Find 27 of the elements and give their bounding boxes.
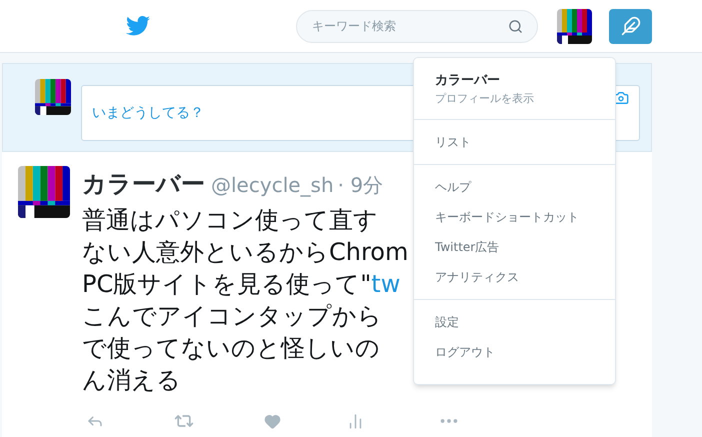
avatar-icon xyxy=(557,8,592,44)
heart-icon[interactable] xyxy=(264,412,281,430)
quill-icon xyxy=(620,16,640,36)
bird-icon[interactable] xyxy=(126,16,150,36)
view-profile-link[interactable]: プロフィールを表示 xyxy=(435,90,594,107)
user-name[interactable]: カラーバー xyxy=(82,166,205,202)
avatar-icon xyxy=(35,79,71,115)
tweet-text: PC版サイトを見る使って" xyxy=(82,269,372,300)
tweet-text: ない人意外といるからChrom xyxy=(82,237,408,268)
search-field[interactable]: キーワード検索 xyxy=(296,10,538,42)
analytics-icon[interactable] xyxy=(347,412,364,430)
tweet-time[interactable]: · 9分 xyxy=(338,170,384,200)
user-handle[interactable]: @lecycle_sh xyxy=(211,170,334,200)
tweet-text: ん消える xyxy=(82,365,181,396)
tweet-text: こんでアイコンタップから xyxy=(82,301,382,332)
tweet-text: で使ってないのと怪しいの xyxy=(82,333,380,364)
menu-item[interactable]: アナリティクス xyxy=(414,262,615,292)
tweet-link[interactable]: tw xyxy=(371,268,400,300)
avatar-icon xyxy=(18,166,70,218)
menu-item[interactable]: ログアウト xyxy=(414,337,615,367)
tweet-text: 普通はパソコン使って直す xyxy=(82,205,378,236)
menu-item[interactable]: Twitter広告 xyxy=(414,232,615,262)
menu-item[interactable]: ヘルプ xyxy=(414,172,615,202)
menu-item[interactable]: 設定 xyxy=(414,307,615,337)
menu-item[interactable]: キーボードショートカット xyxy=(414,202,615,232)
search-icon[interactable] xyxy=(508,18,523,34)
compose-button[interactable] xyxy=(609,8,652,44)
